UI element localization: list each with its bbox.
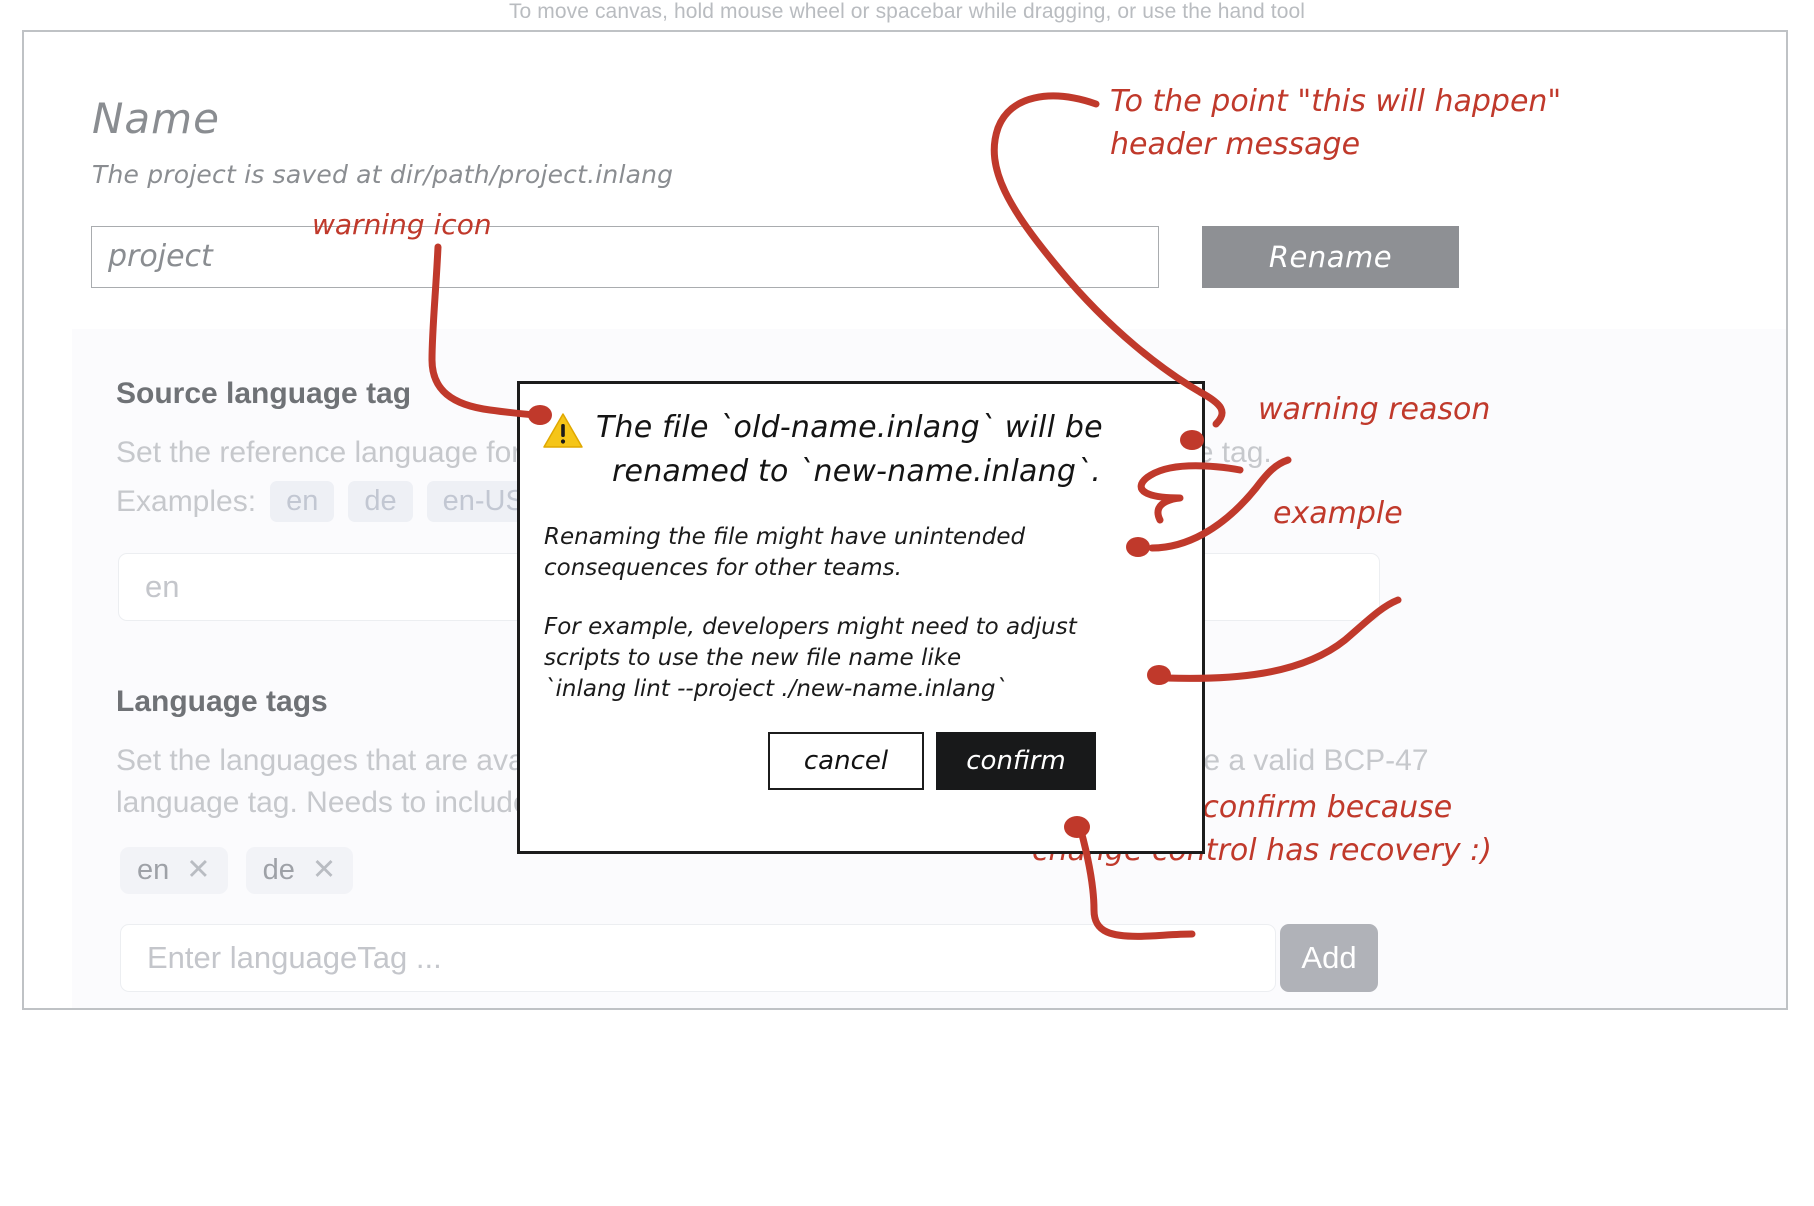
example-chip-de[interactable]: de: [348, 481, 413, 522]
examples-label: Examples:: [116, 484, 257, 518]
language-tags-list: en ✕ de ✕: [120, 847, 354, 894]
source-language-tag-title: Source language tag: [116, 377, 412, 410]
rename-button[interactable]: Rename: [1202, 226, 1459, 288]
language-tag-label: en: [137, 854, 170, 886]
example-chip-en[interactable]: en: [270, 481, 335, 522]
language-tag-input[interactable]: Enter languageTag ...: [120, 924, 1276, 992]
confirm-button[interactable]: confirm: [936, 732, 1096, 790]
rename-confirmation-dialog: The file `old-name.inlang` will be rename…: [517, 381, 1205, 854]
language-tag-pill-en[interactable]: en ✕: [120, 847, 228, 894]
project-path-description: The project is saved at dir/path/project…: [92, 160, 674, 189]
dialog-header: The file `old-name.inlang` will be rename…: [542, 406, 1182, 494]
annotation-warning-reason: warning reason: [1258, 392, 1491, 427]
warning-triangle-icon: [542, 412, 584, 455]
add-language-tag-button[interactable]: Add: [1280, 924, 1378, 992]
canvas-hint-text: To move canvas, hold mouse wheel or spac…: [508, 0, 1306, 23]
dialog-title: The file `old-name.inlang` will be rename…: [596, 406, 1103, 494]
annotation-header-message: To the point "this will happen" header m…: [1110, 84, 1562, 162]
annotation-warning-icon: warning icon: [312, 208, 492, 241]
annotation-example: example: [1273, 496, 1403, 531]
dialog-body-paragraph-2: For example, developers might need to ad…: [544, 614, 1077, 702]
language-tag-pill-de[interactable]: de ✕: [245, 847, 354, 894]
project-name-input[interactable]: project: [91, 226, 1159, 288]
page-title: Name: [92, 94, 220, 143]
source-language-examples: Examples: en de en-US: [116, 481, 541, 522]
dialog-title-line1: The file `old-name.inlang` will be: [596, 410, 1103, 445]
close-icon[interactable]: ✕: [186, 856, 210, 885]
close-icon[interactable]: ✕: [312, 856, 336, 885]
dialog-title-line2: renamed to `new-name.inlang`.: [612, 454, 1102, 489]
language-tag-label: de: [262, 854, 295, 886]
cancel-button[interactable]: cancel: [768, 732, 924, 790]
dialog-body: Renaming the file might have unintended …: [544, 522, 1164, 733]
language-tags-title: Language tags: [116, 685, 328, 718]
dialog-body-paragraph-1: Renaming the file might have unintended …: [544, 524, 1026, 581]
dialog-actions: cancel confirm: [768, 732, 1096, 790]
